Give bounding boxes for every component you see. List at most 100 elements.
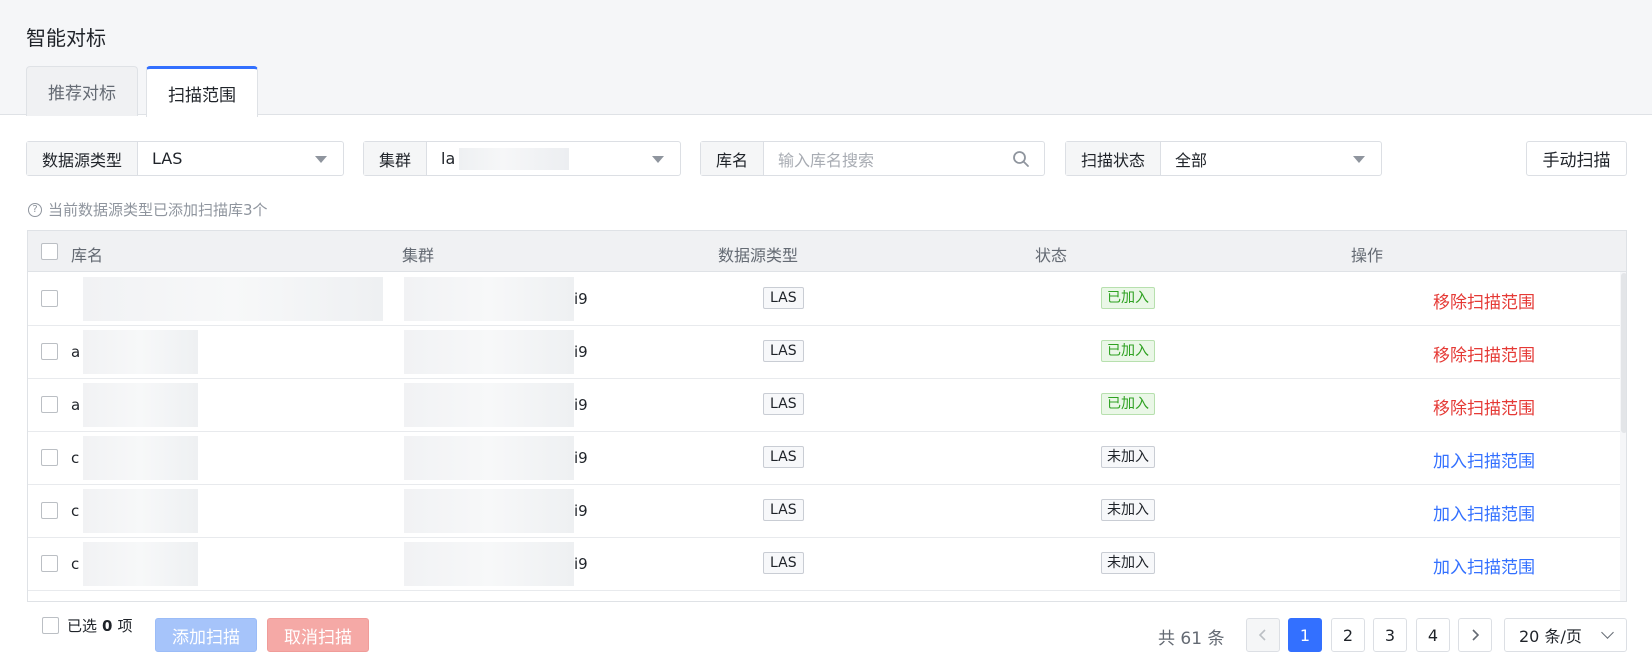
cluster-name: i9 — [574, 343, 588, 361]
selected-prefix: 已选 — [67, 617, 98, 635]
question-icon: ? — [28, 202, 42, 217]
next-page-button[interactable] — [1458, 618, 1492, 652]
table-row: a i9 LAS 已加入 移除扫描范围 — [28, 379, 1620, 432]
row-checkbox[interactable] — [41, 343, 58, 360]
page-button-1[interactable]: 1 — [1288, 618, 1322, 652]
add-scan-button[interactable]: 添加扫描 — [155, 618, 257, 652]
db-name: c — [71, 449, 80, 467]
chevron-down-icon — [1601, 626, 1614, 639]
row-checkbox[interactable] — [41, 290, 58, 307]
table-row: c i9 LAS 未加入 加入扫描范围 — [28, 485, 1620, 538]
scan-status-value: 全部 — [1175, 150, 1208, 170]
redacted-mask — [83, 277, 383, 321]
datasource-tag: LAS — [763, 446, 804, 468]
scan-table: 库名 集群 数据源类型 状态 操作 i9 LAS 已加入 移除扫描范围 a i9… — [27, 230, 1627, 602]
remove-scope-link[interactable]: 移除扫描范围 — [1433, 394, 1535, 419]
dbname-search[interactable]: 库名 输入库名搜索 — [700, 141, 1045, 176]
remove-scope-link[interactable]: 移除扫描范围 — [1433, 288, 1535, 313]
scan-hint-text: 当前数据源类型已添加扫描库3个 — [48, 201, 268, 219]
page-size-value: 20 条/页 — [1519, 627, 1582, 646]
status-badge: 未加入 — [1101, 446, 1155, 468]
remove-scope-link[interactable]: 移除扫描范围 — [1433, 341, 1535, 366]
table-row: c i9 LAS 未加入 加入扫描范围 — [28, 432, 1620, 485]
caret-down-icon — [652, 156, 664, 163]
cluster-name: i9 — [574, 290, 588, 308]
datasource-tag: LAS — [763, 499, 804, 521]
col-cluster: 集群 — [402, 246, 435, 265]
selected-suffix: 项 — [117, 617, 133, 635]
redacted-mask — [83, 436, 198, 480]
redacted-mask — [404, 277, 574, 321]
selection-summary: 已选 0 项 — [42, 615, 132, 636]
add-scope-link[interactable]: 加入扫描范围 — [1433, 500, 1535, 525]
page-button-4[interactable]: 4 — [1416, 618, 1450, 652]
cluster-label: 集群 — [364, 142, 428, 175]
scan-hint: ? 当前数据源类型已添加扫描库3个 — [28, 199, 268, 220]
datasource-tag: LAS — [763, 340, 804, 362]
row-checkbox[interactable] — [41, 449, 58, 466]
redacted-mask — [459, 147, 570, 170]
redacted-mask — [83, 383, 198, 427]
cluster-name: i9 — [574, 396, 588, 414]
redacted-mask — [404, 383, 574, 427]
db-name: a — [71, 396, 81, 414]
footer-select-all-checkbox[interactable] — [42, 617, 59, 634]
search-icon[interactable] — [1012, 150, 1030, 168]
redacted-mask — [404, 330, 574, 374]
cancel-scan-button[interactable]: 取消扫描 — [267, 618, 369, 652]
table-row: c i9 LAS 未加入 加入扫描范围 — [28, 538, 1620, 591]
table-row: a i9 LAS 已加入 移除扫描范围 — [28, 326, 1620, 379]
redacted-mask — [404, 436, 574, 480]
db-name: a — [71, 343, 81, 361]
row-checkbox[interactable] — [41, 502, 58, 519]
redacted-mask — [83, 330, 198, 374]
total-count: 共 61 条 — [1158, 629, 1225, 649]
caret-down-icon — [1353, 156, 1365, 163]
redacted-mask — [83, 542, 198, 586]
col-status: 状态 — [1035, 246, 1068, 265]
tab-scan-scope[interactable]: 扫描范围 — [146, 66, 258, 117]
datasource-tag: LAS — [763, 552, 804, 574]
page-title: 智能对标 — [26, 26, 106, 50]
page-header: 智能对标 推荐对标 扫描范围 — [0, 0, 1652, 117]
page-button-3[interactable]: 3 — [1373, 618, 1407, 652]
status-badge: 未加入 — [1101, 552, 1155, 574]
chevron-left-icon — [1258, 629, 1266, 641]
datasource-type-select[interactable]: 数据源类型 LAS — [26, 141, 344, 176]
select-all-checkbox[interactable] — [41, 243, 58, 260]
row-checkbox[interactable] — [41, 396, 58, 413]
redacted-mask — [404, 542, 574, 586]
manual-scan-button[interactable]: 手动扫描 — [1526, 141, 1627, 176]
row-checkbox[interactable] — [41, 555, 58, 572]
status-badge: 已加入 — [1101, 393, 1155, 415]
table-scrollbar-thumb[interactable] — [1621, 273, 1626, 433]
dbname-search-input[interactable]: 输入库名搜索 — [778, 147, 874, 171]
redacted-mask — [404, 489, 574, 533]
page-size-select[interactable]: 20 条/页 — [1504, 618, 1627, 652]
cluster-select[interactable]: 集群 la — [363, 141, 681, 176]
cluster-value: la — [441, 149, 456, 168]
table-row: i9 LAS 已加入 移除扫描范围 — [28, 273, 1620, 326]
col-operations: 操作 — [1351, 246, 1384, 265]
add-scope-link[interactable]: 加入扫描范围 — [1433, 447, 1535, 472]
dbname-input-wrap: 输入库名搜索 — [764, 142, 1044, 175]
db-name: c — [71, 555, 80, 573]
col-datasource-type: 数据源类型 — [718, 246, 799, 265]
scan-status-value-wrap: 全部 — [1161, 142, 1381, 175]
datasource-tag: LAS — [763, 393, 804, 415]
scan-status-select[interactable]: 扫描状态 全部 — [1065, 141, 1382, 176]
datasource-tag: LAS — [763, 287, 804, 309]
cluster-name: i9 — [574, 502, 588, 520]
selected-count: 0 — [102, 616, 113, 635]
dbname-label: 库名 — [701, 142, 765, 175]
prev-page-button[interactable] — [1246, 618, 1280, 652]
add-scope-link[interactable]: 加入扫描范围 — [1433, 553, 1535, 578]
cluster-value-wrap: la — [427, 142, 680, 175]
table-header: 库名 集群 数据源类型 状态 操作 — [28, 231, 1626, 272]
col-db-name: 库名 — [71, 246, 104, 265]
datasource-type-label: 数据源类型 — [27, 142, 139, 175]
datasource-type-value: LAS — [152, 149, 183, 168]
cluster-name: i9 — [574, 449, 588, 467]
page-button-2[interactable]: 2 — [1331, 618, 1365, 652]
tab-recommend[interactable]: 推荐对标 — [26, 66, 138, 116]
